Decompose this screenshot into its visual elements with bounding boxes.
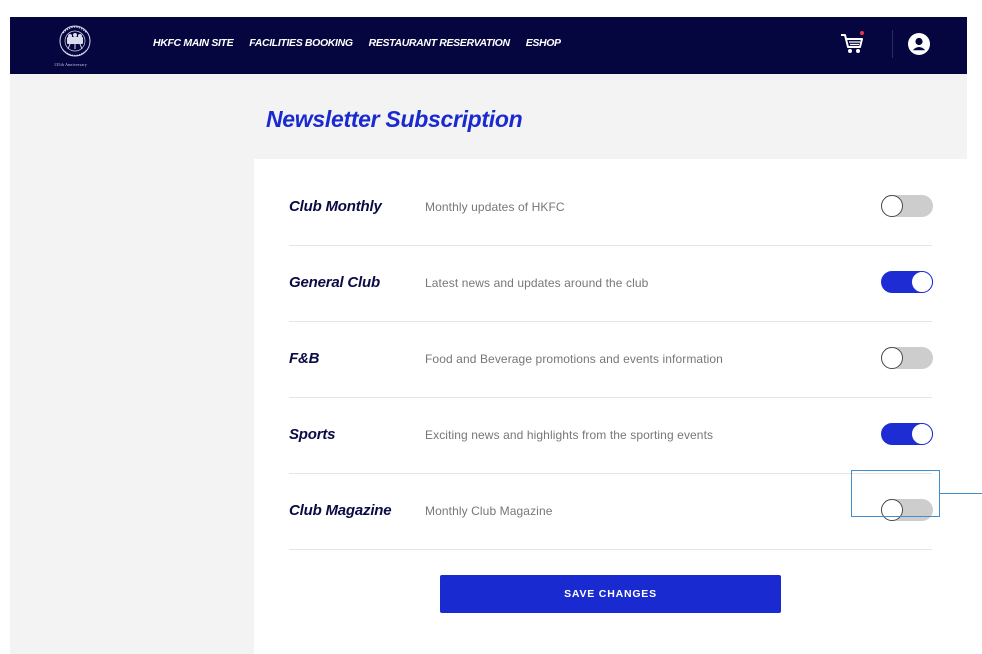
subscription-description: Exciting news and highlights from the sp… [425, 428, 714, 442]
fnb-toggle[interactable] [881, 347, 933, 369]
subscription-row-sports: Sports Exciting news and highlights from… [289, 397, 933, 474]
subscription-row-club-monthly: Club Monthly Monthly updates of HKFC [289, 169, 933, 246]
shopping-cart-button[interactable] [838, 30, 866, 58]
save-changes-button[interactable]: SAVE CHANGES [440, 575, 781, 613]
top-navigation-bar: 135th Anniversary HKFC MAIN SITE FACILIT… [10, 17, 967, 74]
nav-link-hkfc-main-site[interactable]: HKFC MAIN SITE [153, 37, 234, 49]
page-title: Newsletter Subscription [266, 106, 523, 132]
subscription-title: Club Monthly [289, 198, 382, 215]
toggle-knob [911, 423, 933, 445]
header-divider [892, 30, 893, 58]
subscription-title: Club Magazine [289, 502, 392, 519]
subscription-row-fnb: F&B Food and Beverage promotions and eve… [289, 321, 933, 398]
subscription-title: F&B [289, 350, 320, 367]
subscription-row-general-club: General Club Latest news and updates aro… [289, 245, 933, 322]
app: 135th Anniversary HKFC MAIN SITE FACILIT… [10, 17, 967, 654]
subscription-description: Monthly Club Magazine [425, 504, 553, 518]
subscription-title: Sports [289, 426, 336, 443]
newsletter-subscription-card: Club Monthly Monthly updates of HKFC Gen… [254, 159, 967, 654]
logo-subtitle: 135th Anniversary [54, 62, 88, 67]
subscription-description: Latest news and updates around the club [425, 276, 649, 290]
subscription-row-club-magazine: Club Magazine Monthly Club Magazine [289, 473, 933, 550]
toggle-knob [911, 271, 933, 293]
user-profile-icon[interactable] [908, 33, 930, 55]
nav-link-facilities-booking[interactable]: FACILITIES BOOKING [249, 37, 353, 49]
general-club-toggle[interactable] [881, 271, 933, 293]
subscription-description: Monthly updates of HKFC [425, 200, 565, 214]
subscription-title: General Club [289, 274, 380, 291]
annotation-connector-line [940, 493, 982, 494]
nav-link-eshop[interactable]: ESHOP [526, 37, 561, 49]
toggle-knob [881, 195, 903, 217]
cart-notification-dot [860, 31, 864, 35]
main-navigation: HKFC MAIN SITE FACILITIES BOOKING RESTAU… [153, 37, 561, 49]
toggle-knob [881, 347, 903, 369]
club-monthly-toggle[interactable] [881, 195, 933, 217]
sports-toggle[interactable] [881, 423, 933, 445]
focus-highlight-box [851, 470, 940, 517]
subscription-description: Food and Beverage promotions and events … [425, 352, 723, 366]
nav-link-restaurant-reservation[interactable]: RESTAURANT RESERVATION [369, 37, 510, 49]
